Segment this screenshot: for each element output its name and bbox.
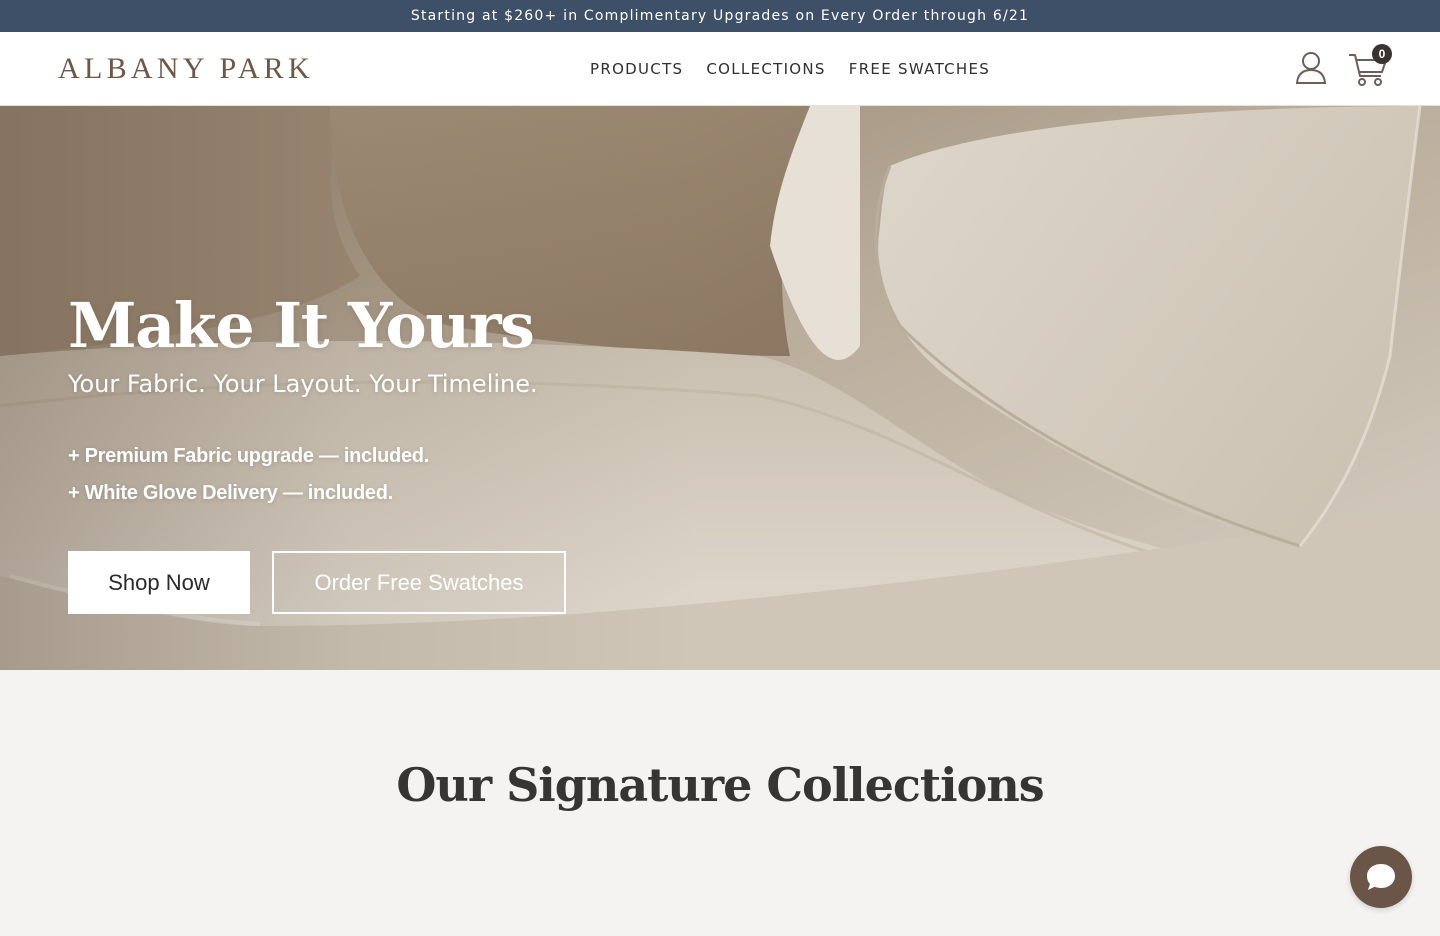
signature-collections-heading: Our Signature Collections (396, 758, 1044, 812)
site-header: ALBANY PARK PRODUCTS COLLECTIONS FREE SW… (0, 32, 1440, 106)
logo[interactable]: ALBANY PARK (58, 52, 314, 86)
nav-item-products[interactable]: PRODUCTS (590, 60, 683, 78)
hero-title: Make It Yours (68, 289, 535, 362)
shop-now-button[interactable]: Shop Now (68, 551, 250, 614)
cart-count-badge: 0 (1372, 44, 1392, 64)
chat-button[interactable] (1350, 846, 1412, 908)
hero-actions: Shop Now Order Free Swatches (68, 551, 566, 614)
promo-bar: Starting at $260+ in Complimentary Upgra… (0, 0, 1440, 32)
cart-button[interactable]: 0 (1348, 44, 1396, 88)
user-icon[interactable] (1294, 50, 1328, 86)
main-nav: PRODUCTS COLLECTIONS FREE SWATCHES (590, 60, 990, 78)
promo-text: Starting at $260+ in Complimentary Upgra… (410, 8, 1030, 24)
nav-item-free-swatches[interactable]: FREE SWATCHES (849, 60, 990, 78)
order-free-swatches-button[interactable]: Order Free Swatches (272, 551, 566, 614)
benefit-item: + White Glove Delivery — included. (68, 482, 393, 504)
hero-banner: Make It Yours Your Fabric. Your Layout. … (0, 106, 1440, 670)
hero-copy: Make It Yours Your Fabric. Your Layout. … (68, 288, 538, 512)
chat-bubble-icon (1367, 864, 1395, 890)
hero-subtitle: Your Fabric. Your Layout. Your Timeline. (68, 370, 538, 398)
benefit-list: + Premium Fabric upgrade — included. + W… (68, 438, 538, 512)
benefit-item: + Premium Fabric upgrade — included. (68, 445, 429, 467)
nav-item-collections[interactable]: COLLECTIONS (706, 60, 825, 78)
